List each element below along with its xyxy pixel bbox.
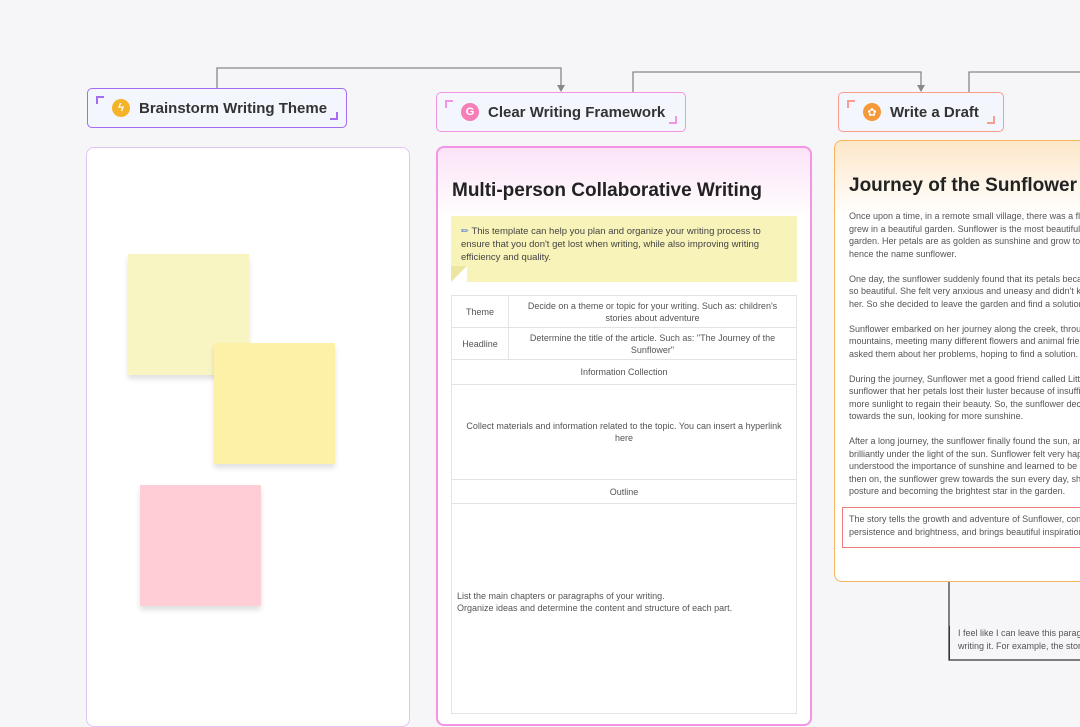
- table-row: Theme Decide on a theme or topic for you…: [451, 295, 797, 328]
- comment-note[interactable]: I feel like I can leave this paragra wri…: [949, 626, 1080, 660]
- sunflower-icon: ✿: [863, 103, 881, 121]
- node-title: Brainstorm Writing Theme: [139, 99, 328, 117]
- story-paragraph: After a long journey, the sunflower fina…: [849, 436, 1080, 496]
- table-cell-value[interactable]: Determine the title of the article. Such…: [508, 327, 797, 360]
- highlighted-summary[interactable]: The story tells the growth and adventure…: [842, 507, 1080, 548]
- table-cell-outline[interactable]: List the main chapters or paragraphs of …: [451, 503, 797, 714]
- connector-brainstorm-to-framework: [216, 67, 562, 90]
- connector-framework-to-draft: [632, 71, 922, 92]
- framework-table: Theme Decide on a theme or topic for you…: [451, 295, 797, 714]
- outline-line: Organize ideas and determine the content…: [457, 603, 733, 613]
- arrowhead-icon: [917, 85, 925, 92]
- comment-line: writing it. For example, the story: [958, 640, 1080, 651]
- table-cell-label[interactable]: Headline: [451, 327, 509, 360]
- story-paragraph: Sunflower embarked on her journey along …: [849, 323, 1080, 359]
- medal-icon: G: [461, 103, 479, 121]
- table-cell-label[interactable]: Theme: [451, 295, 509, 328]
- table-row: Outline: [451, 479, 797, 504]
- corner-bracket-icon: [330, 112, 338, 120]
- sticky-note[interactable]: [140, 485, 261, 606]
- sticky-note[interactable]: [214, 343, 335, 464]
- callout-text: This template can help you plan and orga…: [461, 226, 761, 263]
- table-row: List the main chapters or paragraphs of …: [451, 503, 797, 714]
- summary-line: persistence and brightness, and brings b…: [849, 526, 1080, 537]
- table-row: Information Collection: [451, 359, 797, 385]
- story-paragraph: One day, the sunflower suddenly found th…: [849, 273, 1080, 309]
- table-heading-info[interactable]: Information Collection: [451, 359, 797, 385]
- draft-story[interactable]: Once upon a time, in a remote small vill…: [849, 210, 1080, 510]
- table-row: Collect materials and information relate…: [451, 384, 797, 480]
- summary-line: The story tells the growth and adventure…: [849, 514, 1080, 524]
- corner-bracket-icon: [847, 100, 855, 108]
- corner-bracket-icon: [445, 100, 453, 108]
- story-paragraph: During the journey, Sunflower met a good…: [849, 373, 1080, 422]
- node-title: Write a Draft: [890, 103, 979, 121]
- page-fold-icon: [451, 266, 467, 282]
- table-row: Headline Determine the title of the arti…: [451, 327, 797, 360]
- framework-title: Multi-person Collaborative Writing: [452, 180, 762, 201]
- framework-callout: ✏ This template can help you plan and or…: [451, 216, 797, 282]
- node-clear-writing-framework[interactable]: G Clear Writing Framework: [436, 92, 686, 132]
- arrowhead-icon: [557, 85, 565, 92]
- corner-bracket-icon: [669, 116, 677, 124]
- story-paragraph: Once upon a time, in a remote small vill…: [849, 211, 1080, 259]
- table-cell-value[interactable]: Decide on a theme or topic for your writ…: [508, 295, 797, 328]
- connector-draft-to-next: [968, 71, 1080, 92]
- node-brainstorm-writing-theme[interactable]: ϟ Brainstorm Writing Theme: [87, 88, 347, 128]
- comment-line: I feel like I can leave this paragra: [958, 628, 1080, 638]
- table-cell-info[interactable]: Collect materials and information relate…: [451, 384, 797, 480]
- node-write-a-draft[interactable]: ✿ Write a Draft: [838, 92, 1004, 132]
- outline-line: List the main chapters or paragraphs of …: [457, 591, 665, 601]
- corner-bracket-icon: [987, 116, 995, 124]
- draft-title: Journey of the Sunflower: [849, 175, 1078, 196]
- pencil-icon: ✏: [461, 226, 469, 237]
- node-title: Clear Writing Framework: [488, 103, 666, 121]
- lightbulb-icon: ϟ: [112, 99, 130, 117]
- corner-bracket-icon: [96, 96, 104, 104]
- table-heading-outline[interactable]: Outline: [451, 479, 797, 504]
